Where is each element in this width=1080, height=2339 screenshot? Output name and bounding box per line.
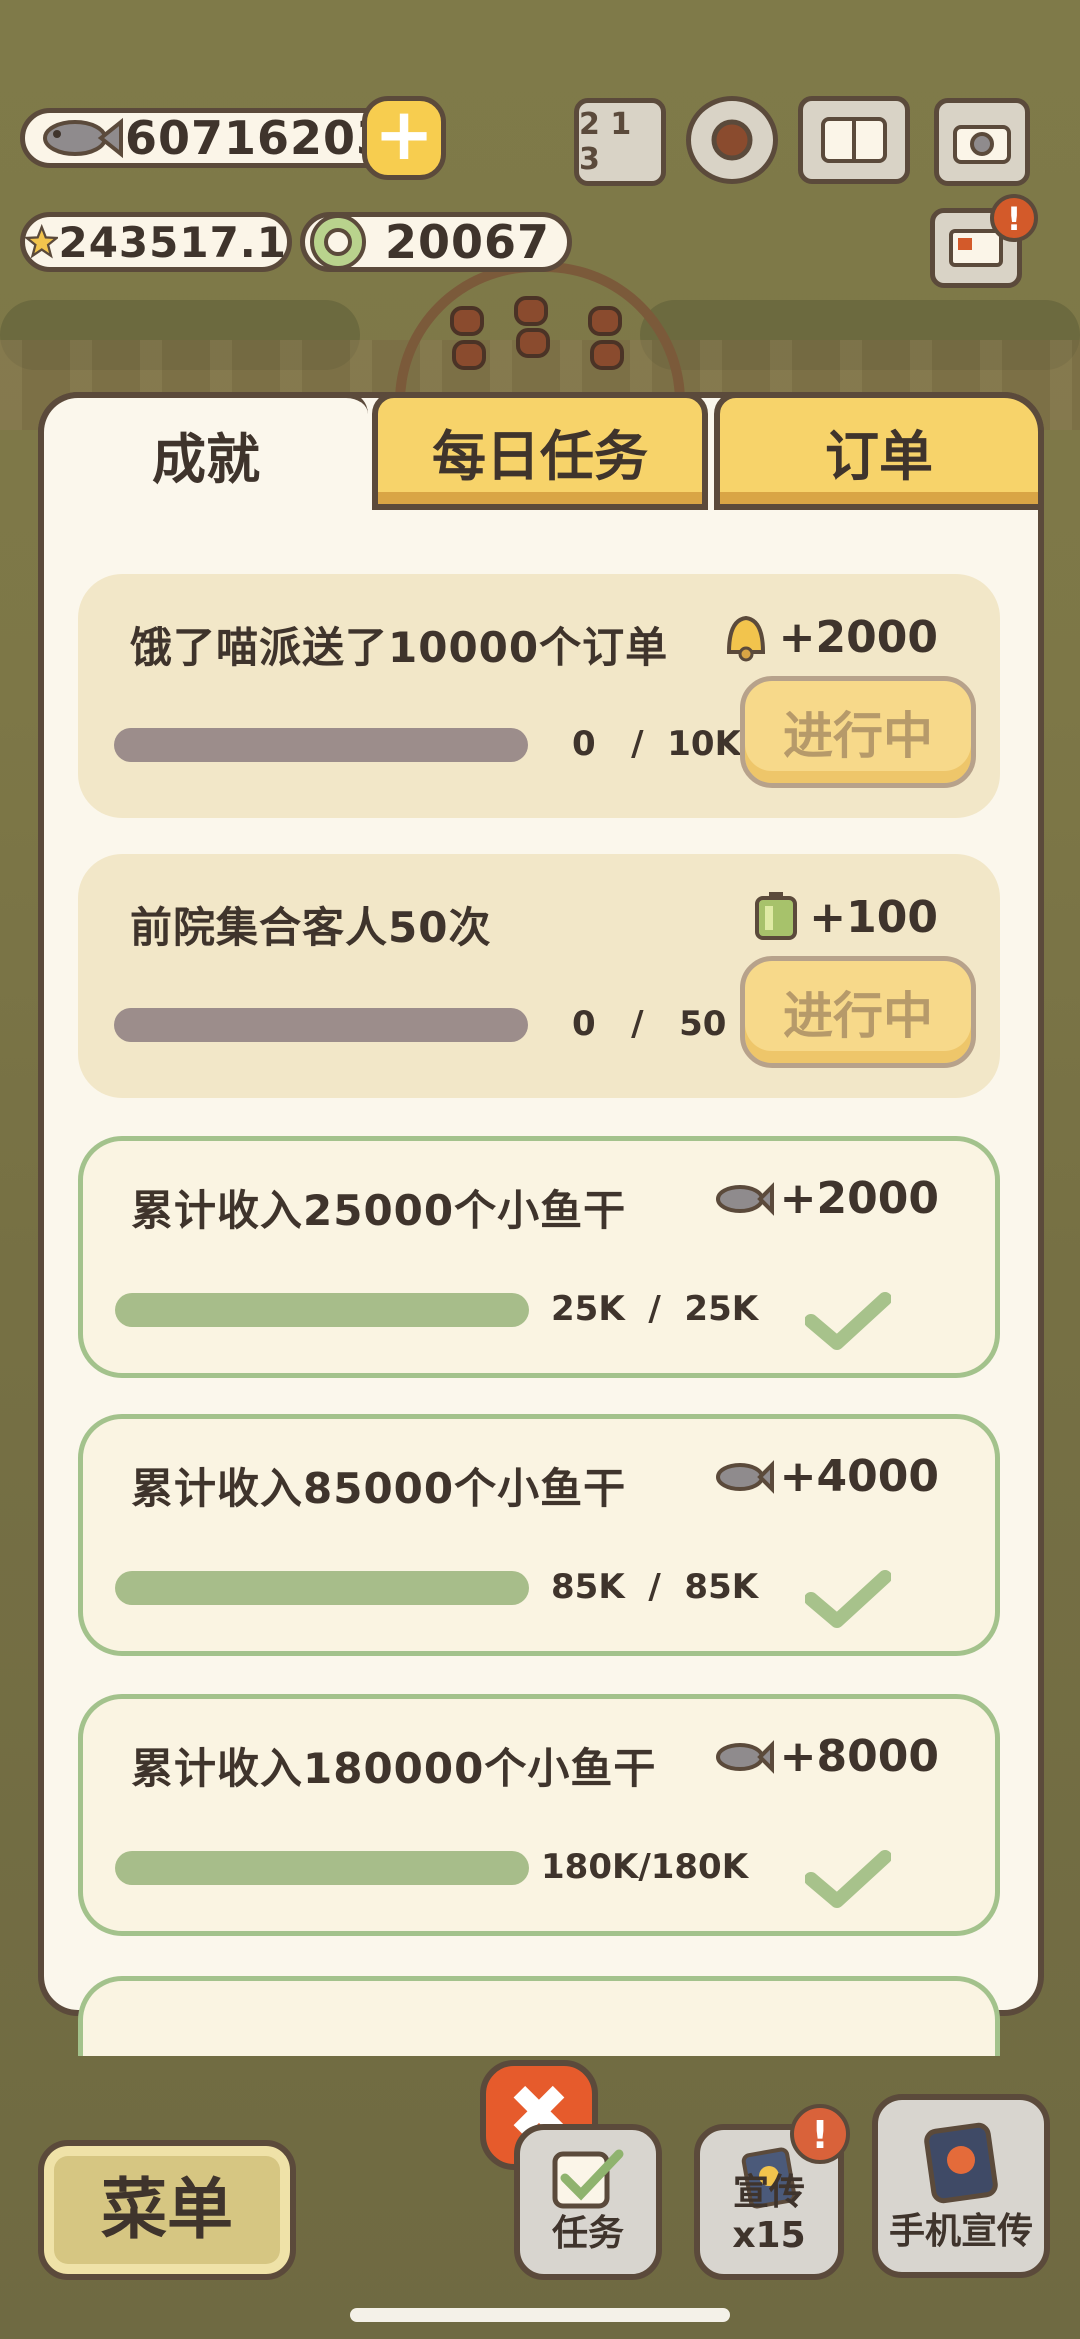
- in-progress-label: 进行中: [783, 707, 933, 765]
- achievement-title: 累计收入25000个小鱼干: [131, 1186, 627, 1235]
- reward-amount: +4000: [779, 1451, 939, 1502]
- tab-orders[interactable]: 订单: [714, 392, 1044, 510]
- task-label: 任务: [551, 2213, 624, 2254]
- sausage-decor: [590, 340, 624, 370]
- check-icon: [805, 1570, 891, 1628]
- task-button[interactable]: 任务: [514, 2124, 662, 2280]
- progress-text: 85K / 85K: [551, 1567, 759, 1607]
- progress-bar: [115, 1851, 529, 1885]
- gear-icon[interactable]: [686, 96, 778, 184]
- tab-orders-label: 订单: [825, 424, 933, 488]
- ring-count: 20067: [385, 215, 551, 269]
- sausage-decor: [452, 340, 486, 370]
- achievement-title: 前院集合客人50次: [130, 903, 492, 952]
- phone-promo-button[interactable]: 手机宣传: [872, 2094, 1050, 2278]
- phone-flyer-icon: [924, 2122, 998, 2204]
- achievement-card: 累计收入85000个小鱼干 +4000 85K / 85K: [78, 1414, 1000, 1656]
- fish-icon: [715, 1739, 774, 1774]
- leaderboard-icon[interactable]: 2 1 3: [574, 98, 666, 186]
- tab-daily-tasks-label: 每日任务: [432, 424, 648, 488]
- task-icon: [552, 2149, 624, 2209]
- sausage-decor: [514, 296, 548, 326]
- achievement-card: 累计收入25000个小鱼干 +2000 25K / 25K: [78, 1136, 1000, 1378]
- ring-icon: [310, 214, 366, 270]
- progress-bar: [115, 1293, 529, 1327]
- achievement-card: 饿了喵派送了10000个订单 +2000 0 / 10K 进行中: [78, 574, 1000, 818]
- fish-icon: [43, 117, 123, 159]
- fish-icon: [715, 1181, 774, 1216]
- achievement-title: 累计收入85000个小鱼干: [131, 1464, 627, 1513]
- home-indicator: [350, 2308, 730, 2322]
- bell-icon: [726, 615, 765, 662]
- in-progress-label: 进行中: [783, 987, 933, 1045]
- check-icon: [805, 1850, 891, 1908]
- reward-amount: +8000: [779, 1731, 939, 1782]
- reward-amount: +100: [809, 891, 938, 943]
- plus-icon: +: [373, 92, 435, 176]
- achievement-reward: +100: [749, 890, 938, 944]
- achievement-card: 前院集合客人50次 +100 0 / 50 进行中: [78, 854, 1000, 1098]
- menu-button[interactable]: 菜单: [38, 2140, 296, 2280]
- star-count: 243517.1: [58, 217, 287, 267]
- reward-amount: +2000: [778, 611, 938, 663]
- battery-icon: [755, 892, 798, 940]
- progress-text: 180K/180K: [541, 1847, 749, 1887]
- progress-text: 25K / 25K: [551, 1289, 759, 1329]
- progress-bar: [114, 1008, 528, 1042]
- add-fish-button[interactable]: +: [362, 96, 446, 180]
- tab-daily-tasks[interactable]: 每日任务: [372, 392, 708, 510]
- sausage-decor: [516, 328, 550, 358]
- tab-achievements[interactable]: 成就: [38, 392, 368, 510]
- star-icon: [25, 223, 59, 259]
- fish-icon: [715, 1459, 774, 1494]
- in-progress-button[interactable]: 进行中: [740, 956, 976, 1068]
- star-currency-pill: 243517.1: [20, 212, 292, 272]
- tab-achievements-label: 成就: [152, 427, 260, 491]
- mail-badge: !: [990, 194, 1038, 242]
- check-icon: [805, 1292, 891, 1350]
- sausage-decor: [450, 306, 484, 336]
- promo-label: 宣传x15: [732, 2172, 806, 2256]
- achievement-reward: +8000: [712, 1731, 939, 1782]
- camera-icon[interactable]: [934, 98, 1030, 186]
- progress-bar: [115, 1571, 529, 1605]
- progress-text: 0 / 10K: [572, 724, 741, 764]
- progress-text: 0 / 50: [572, 1004, 727, 1044]
- phone-promo-label: 手机宣传: [888, 2211, 1033, 2252]
- sausage-decor: [588, 306, 622, 336]
- promo-badge: !: [790, 2104, 850, 2164]
- achievement-reward: +4000: [712, 1451, 939, 1502]
- progress-bar: [114, 728, 528, 762]
- achievement-title: 累计收入180000个小鱼干: [131, 1744, 657, 1793]
- achievement-card: 累计收入180000个小鱼干 +8000 180K/180K: [78, 1694, 1000, 1936]
- achievement-reward: +2000: [719, 610, 938, 664]
- achievement-title: 饿了喵派送了10000个订单: [130, 623, 669, 672]
- book-icon[interactable]: [798, 96, 910, 184]
- reward-amount: +2000: [779, 1173, 939, 1224]
- achievement-reward: +2000: [712, 1173, 939, 1224]
- menu-label: 菜单: [101, 2171, 233, 2248]
- in-progress-button[interactable]: 进行中: [740, 676, 976, 788]
- achievement-card: [78, 1976, 1000, 2056]
- ring-currency-pill: 20067: [300, 212, 572, 272]
